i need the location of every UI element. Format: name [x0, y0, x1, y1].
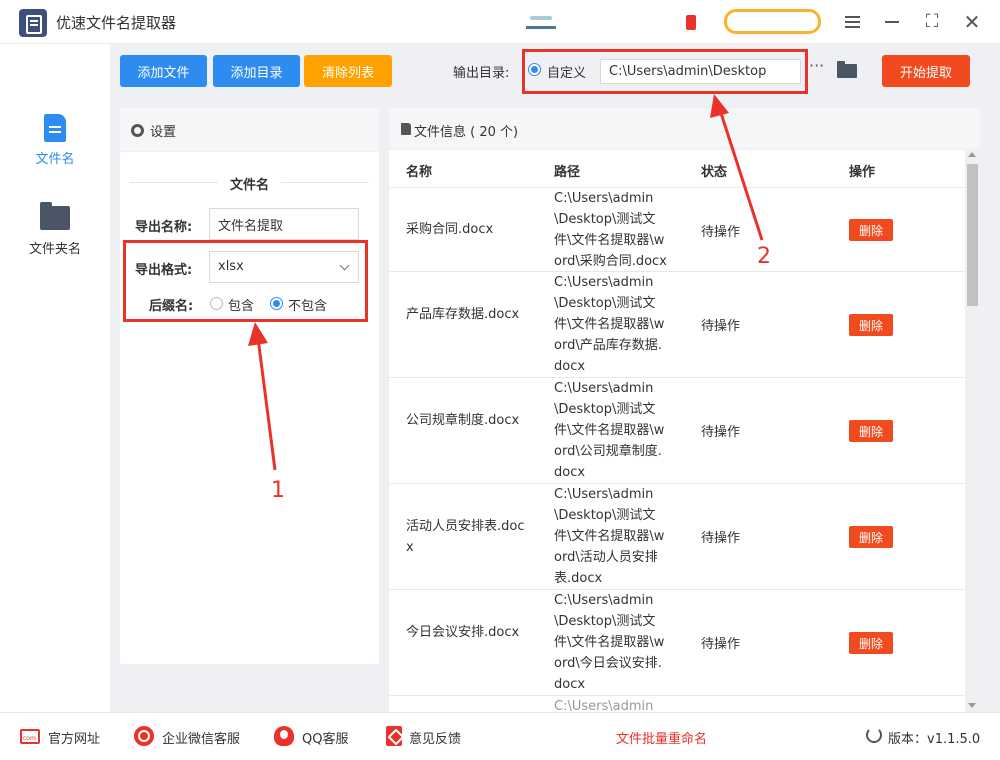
delete-button[interactable]: 删除	[849, 314, 893, 336]
file-path-cell: C:\Users\admin\D	[554, 699, 654, 712]
output-dir-label: 输出目录:	[453, 66, 510, 81]
column-header-path: 路径	[554, 165, 581, 180]
website-icon	[20, 729, 40, 744]
ship-icon[interactable]	[526, 14, 558, 30]
folder-icon	[40, 202, 70, 230]
file-status-cell: 待操作	[701, 637, 741, 652]
website-link[interactable]: 官方网址	[48, 728, 100, 747]
gear-icon	[131, 124, 144, 137]
qq-support-link[interactable]: QQ客服	[302, 728, 348, 747]
settings-title: 设置	[150, 125, 177, 140]
file-status-cell: 待操作	[701, 531, 741, 546]
file-info-panel: 文件信息 ( 20 个) 名称 路径 状态 操作 采购合同.docx C:\Us…	[389, 108, 980, 712]
file-status-cell: 待操作	[701, 425, 741, 440]
file-path-cell: C:\Users\admin\Desktop\测试文件\文件名提取器\word\…	[554, 593, 665, 692]
maximize-icon[interactable]: ⛶	[918, 8, 946, 36]
vertical-scrollbar[interactable]	[965, 150, 980, 712]
file-path-cell: C:\Users\admin\Desktop\测试文件\文件名提取器\word\…	[554, 381, 665, 480]
wechat-support-link[interactable]: 企业微信客服	[162, 728, 240, 747]
file-status-cell: 待操作	[701, 225, 741, 240]
title-bar: 优速文件名提取器 ⛶ ✕	[0, 0, 1000, 44]
file-path-cell: C:\Users\admin\Desktop\测试文件\文件名提取器\word\…	[554, 487, 665, 586]
sidebar-item-filename[interactable]: 文件名	[0, 114, 110, 167]
delete-button[interactable]: 删除	[849, 632, 893, 654]
close-icon[interactable]: ✕	[958, 8, 986, 36]
annotation-box-2	[522, 49, 808, 94]
table-row: 产品库存数据.docx C:\Users\admin\Desktop\测试文件\…	[389, 272, 965, 378]
sidebar: 文件名 文件夹名	[0, 44, 110, 712]
section-title: 文件名	[120, 174, 379, 193]
red-icon[interactable]	[686, 15, 696, 30]
login-button[interactable]	[724, 9, 821, 34]
sidebar-item-foldername[interactable]: 文件夹名	[0, 202, 110, 257]
column-header-status: 状态	[701, 165, 728, 180]
batch-rename-link[interactable]: 文件批量重命名	[616, 728, 707, 747]
wechat-icon	[134, 726, 154, 746]
file-name-cell: 公司规章制度.docx	[406, 413, 520, 428]
column-header-name: 名称	[406, 165, 433, 180]
refresh-icon[interactable]	[866, 727, 882, 743]
export-name-input[interactable]	[209, 208, 359, 240]
scroll-up-icon[interactable]	[968, 152, 976, 157]
delete-button[interactable]: 删除	[849, 420, 893, 442]
footer: 官方网址 企业微信客服 QQ客服 意见反馈 文件批量重命名 版本：v1.1.5.…	[0, 712, 1000, 760]
export-name-label: 导出名称:	[135, 220, 193, 235]
minimize-icon[interactable]	[878, 8, 906, 36]
table-row: 活动人员安排表.docx C:\Users\admin\Desktop\测试文件…	[389, 484, 965, 590]
browse-folder-icon[interactable]	[837, 61, 857, 78]
scroll-down-icon[interactable]	[968, 703, 976, 708]
delete-button[interactable]: 删除	[849, 526, 893, 548]
scroll-thumb[interactable]	[967, 164, 978, 306]
menu-icon[interactable]	[838, 8, 866, 36]
document-icon	[401, 123, 411, 135]
table-row: 采购合同.docx C:\Users\admin\Desktop\测试文件\文件…	[389, 188, 965, 272]
add-directory-button[interactable]: 添加目录	[213, 55, 300, 87]
more-options-icon[interactable]: ···	[809, 56, 824, 75]
main-area: 添加文件 添加目录 清除列表 输出目录: 自定义 ··· 开始提取 设置 文件名…	[110, 44, 1000, 712]
file-name-cell: 活动人员安排表.docx	[406, 519, 525, 555]
start-extract-button[interactable]: 开始提取	[882, 55, 970, 87]
sidebar-item-label: 文件名	[35, 152, 75, 167]
app-title: 优速文件名提取器	[56, 14, 177, 32]
file-icon	[44, 114, 66, 142]
file-path-cell: C:\Users\admin\Desktop\测试文件\文件名提取器\word\…	[554, 191, 667, 269]
annotation-label-1: 1	[271, 478, 285, 503]
app-logo-icon	[19, 9, 47, 37]
feedback-link[interactable]: 意见反馈	[409, 728, 461, 747]
file-info-header: 文件信息 ( 20 个)	[389, 108, 980, 150]
feedback-icon	[386, 726, 402, 746]
annotation-box-1	[123, 240, 368, 322]
column-header-action: 操作	[849, 165, 876, 180]
table-row: 公司规章制度.docx C:\Users\admin\Desktop\测试文件\…	[389, 378, 965, 484]
file-path-cell: C:\Users\admin\Desktop\测试文件\文件名提取器\word\…	[554, 275, 665, 374]
table-row: 今日会议安排.docx C:\Users\admin\Desktop\测试文件\…	[389, 590, 965, 696]
sidebar-item-label: 文件夹名	[28, 242, 81, 257]
table-row: C:\Users\admin\D	[389, 696, 965, 712]
qq-icon	[274, 726, 294, 746]
file-info-title: 文件信息 ( 20 个)	[414, 125, 519, 140]
delete-button[interactable]: 删除	[849, 219, 893, 241]
version-text: 版本：v1.1.5.0	[888, 732, 981, 747]
clear-list-button[interactable]: 清除列表	[304, 55, 392, 87]
settings-header: 设置	[120, 108, 379, 152]
add-file-button[interactable]: 添加文件	[120, 55, 207, 87]
file-status-cell: 待操作	[701, 319, 741, 334]
file-name-cell: 采购合同.docx	[406, 222, 494, 237]
settings-panel: 设置 文件名 导出名称: 导出格式: xlsx 后缀名: 包含 不包含	[120, 108, 379, 664]
file-name-cell: 今日会议安排.docx	[406, 625, 520, 640]
annotation-label-2: 2	[757, 244, 771, 269]
file-name-cell: 产品库存数据.docx	[406, 307, 520, 322]
